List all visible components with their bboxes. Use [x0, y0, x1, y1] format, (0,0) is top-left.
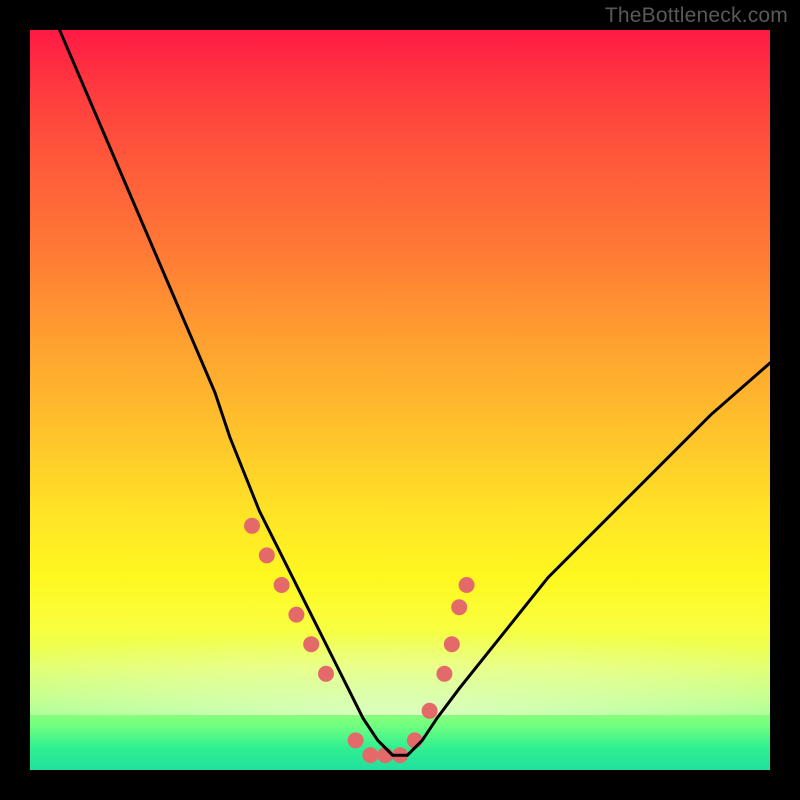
marker-dot	[348, 732, 364, 748]
marker-dot	[444, 636, 460, 652]
marker-dot	[318, 666, 334, 682]
marker-dot	[259, 547, 275, 563]
marker-dot	[274, 577, 290, 593]
marker-dot	[288, 607, 304, 623]
marker-dot	[303, 636, 319, 652]
watermark-label: TheBottleneck.com	[605, 4, 788, 28]
marker-dot	[362, 747, 378, 763]
marker-dot	[422, 703, 438, 719]
marker-dot	[436, 666, 452, 682]
outer-frame: TheBottleneck.com	[0, 0, 800, 800]
marker-dot	[451, 599, 467, 615]
chart-area	[30, 30, 770, 770]
bottleneck-curve-path	[60, 30, 770, 755]
chart-svg	[30, 30, 770, 770]
marker-dots-group	[244, 518, 475, 763]
marker-dot	[244, 518, 260, 534]
marker-dot	[459, 577, 475, 593]
